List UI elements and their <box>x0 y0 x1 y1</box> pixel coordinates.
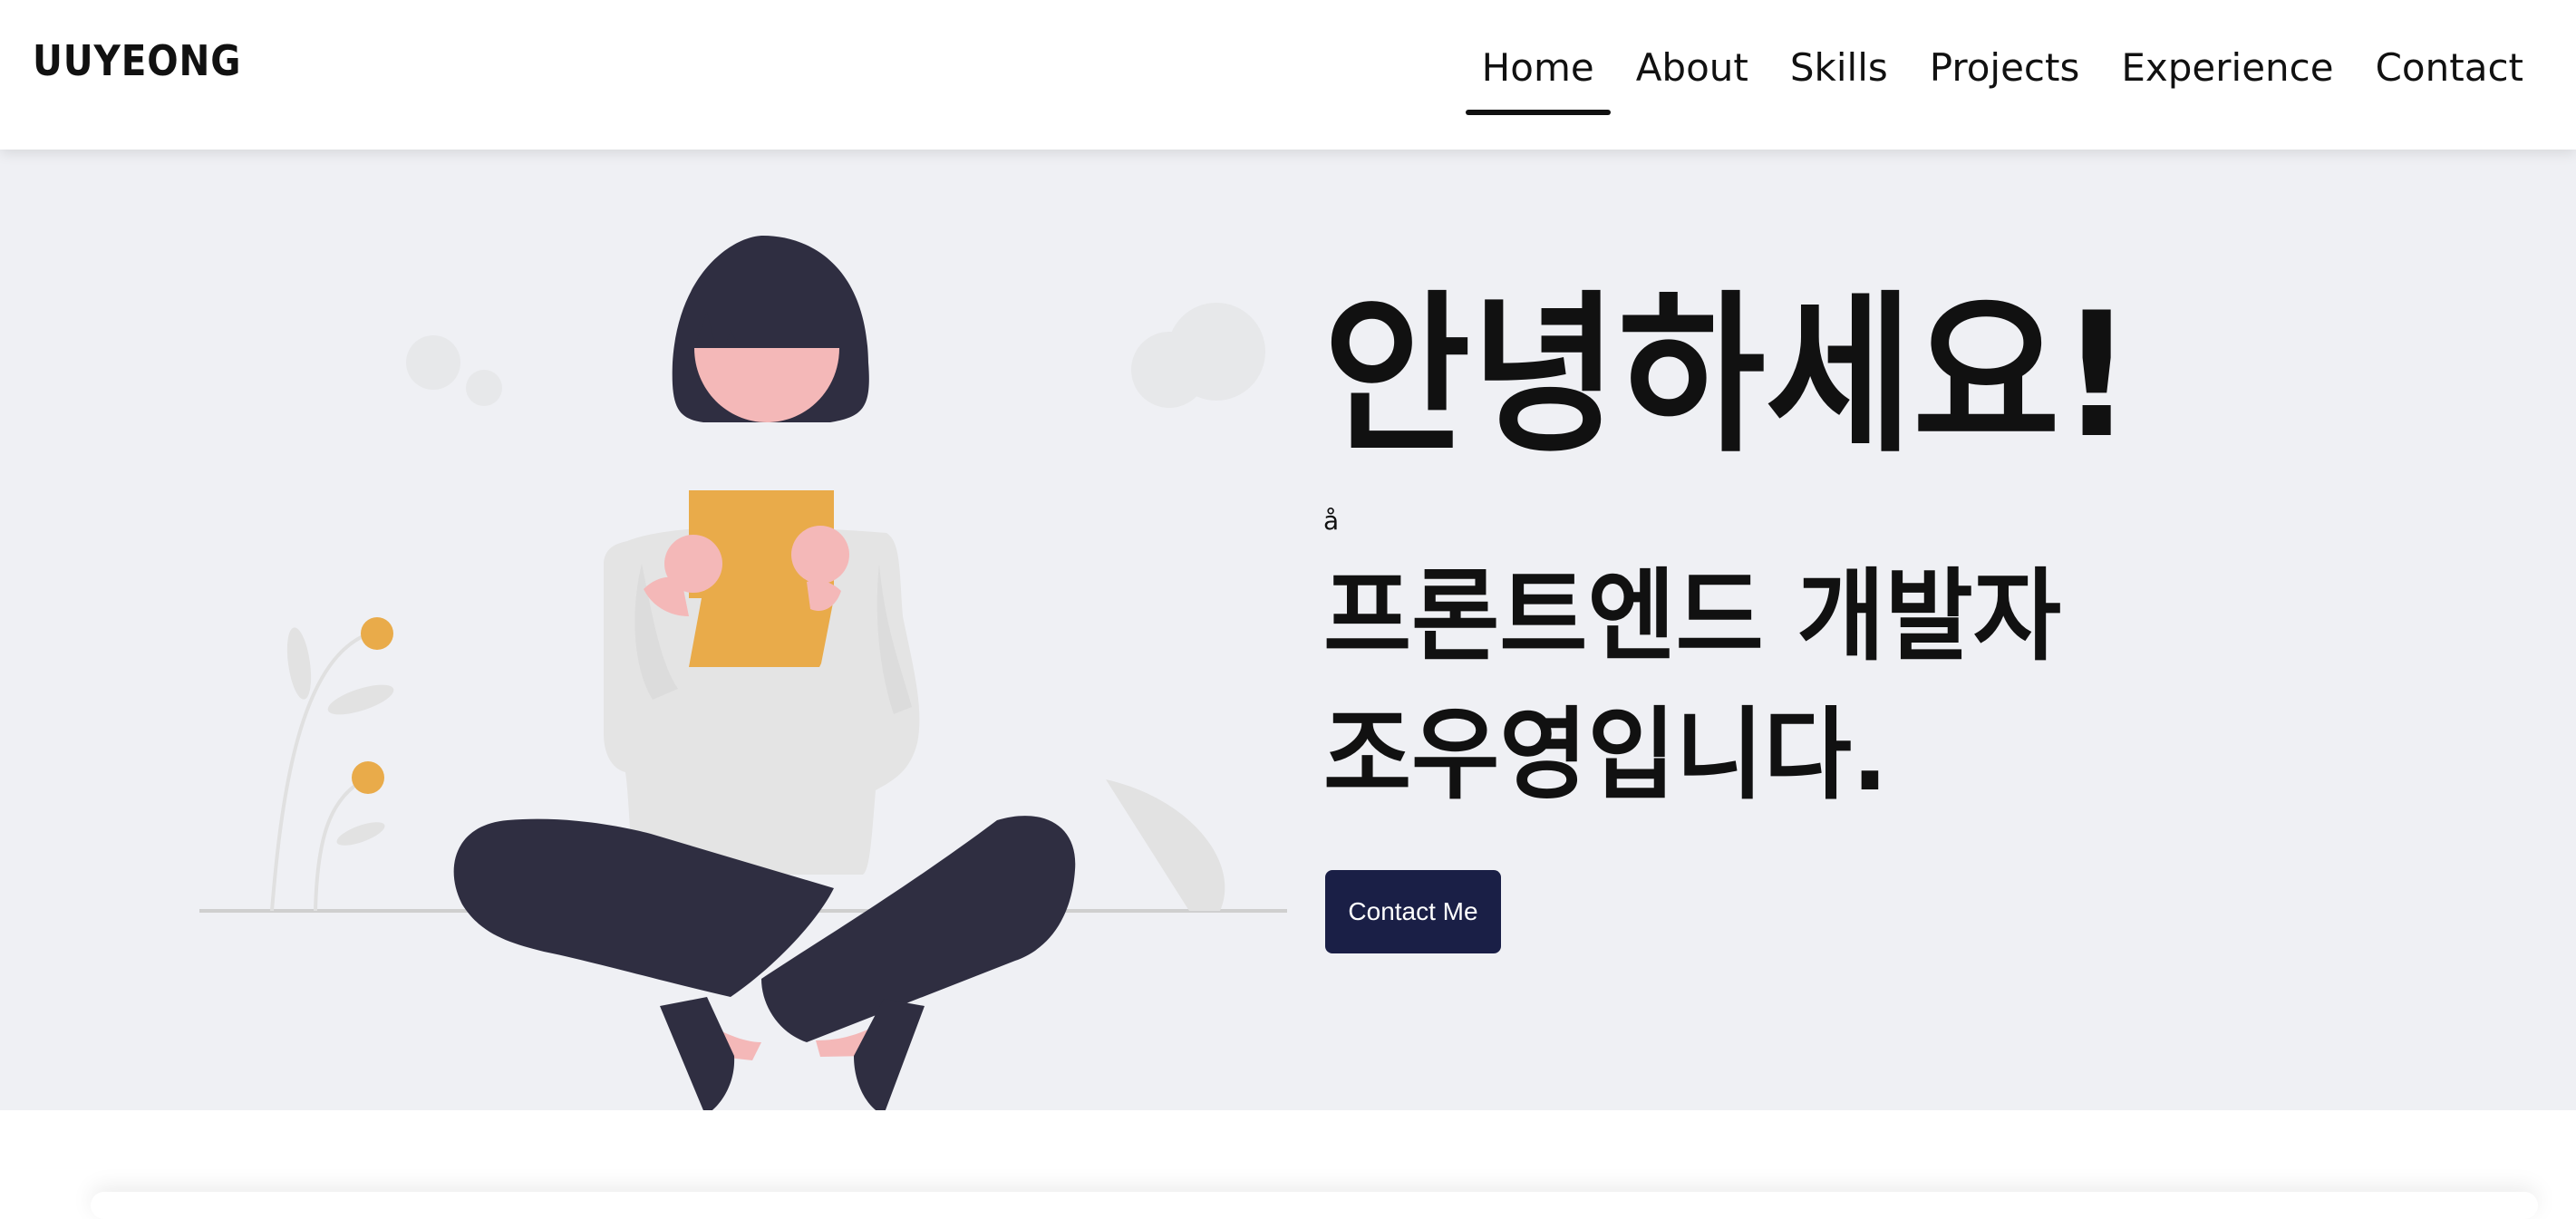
nav-link-about[interactable]: About <box>1636 45 1748 108</box>
nav-link-experience[interactable]: Experience <box>2121 45 2333 108</box>
contact-me-button[interactable]: Contact Me <box>1325 870 1501 953</box>
hero-intro-line-2: 조우영입니다. <box>1323 697 1889 813</box>
hero-greeting: 안녕하세요! <box>1323 276 2134 476</box>
nav-link-projects[interactable]: Projects <box>1930 45 2080 108</box>
brand-logo[interactable]: UUYEONG <box>33 36 241 85</box>
hero-intro-line-1: 프론트엔드 개발자 <box>1323 558 2061 674</box>
nav-link-skills[interactable]: Skills <box>1790 45 1888 108</box>
hero-glyph: å <box>1323 506 1340 536</box>
reading-woman-illustration <box>199 236 1287 1115</box>
nav-links: Home About Skills Projects Experience Co… <box>1465 45 2523 115</box>
nav-link-contact[interactable]: Contact <box>2376 45 2523 108</box>
next-section-card-edge <box>91 1192 2538 1219</box>
navbar: UUYEONG Home About Skills Projects Exper… <box>0 0 2576 150</box>
nav-link-home[interactable]: Home <box>1465 45 1611 115</box>
